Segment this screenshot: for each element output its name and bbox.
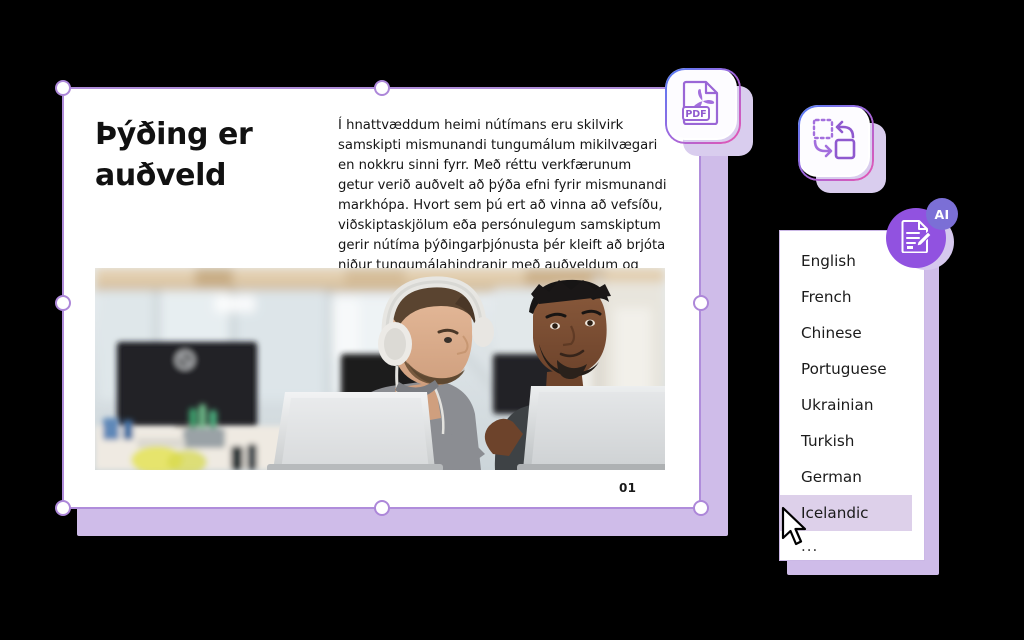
resize-handle-middle-right[interactable] bbox=[693, 295, 709, 311]
convert-tool-card[interactable] bbox=[798, 105, 886, 193]
document-edit-icon bbox=[900, 219, 932, 257]
slide-page-number: 01 bbox=[619, 481, 637, 495]
language-option-chinese[interactable]: Chinese bbox=[780, 315, 924, 351]
ai-assistant-badge[interactable]: AI bbox=[886, 198, 958, 276]
resize-handle-top-center[interactable] bbox=[374, 80, 390, 96]
resize-handle-bottom-center[interactable] bbox=[374, 500, 390, 516]
slide-title: Þýðing er auðveld bbox=[95, 117, 253, 194]
convert-swap-icon bbox=[811, 117, 857, 165]
language-option-german[interactable]: German bbox=[780, 459, 924, 495]
language-dropdown[interactable]: English French Chinese Portuguese Ukrain… bbox=[779, 230, 939, 575]
convert-card-tile[interactable] bbox=[798, 105, 870, 177]
language-option-ukrainian[interactable]: Ukrainian bbox=[780, 387, 924, 423]
ai-label-badge: AI bbox=[926, 198, 958, 230]
slide-paper[interactable]: Þýðing er auðveld Í hnattvæddum heimi nú… bbox=[63, 88, 700, 508]
svg-text:PDF: PDF bbox=[685, 109, 706, 120]
language-option-more[interactable]: ... bbox=[780, 531, 924, 560]
pdf-file-icon: PDF bbox=[680, 79, 722, 129]
pdf-card-tile[interactable]: PDF bbox=[665, 68, 737, 140]
resize-handle-middle-left[interactable] bbox=[55, 295, 71, 311]
resize-handle-bottom-left[interactable] bbox=[55, 500, 71, 516]
slide-object[interactable]: Þýðing er auðveld Í hnattvæddum heimi nú… bbox=[55, 80, 728, 536]
resize-handle-bottom-right[interactable] bbox=[693, 500, 709, 516]
canvas-stage: Þýðing er auðveld Í hnattvæddum heimi nú… bbox=[0, 0, 1024, 640]
language-option-icelandic[interactable]: Icelandic bbox=[780, 495, 912, 531]
dropdown-panel[interactable]: English French Chinese Portuguese Ukrain… bbox=[779, 230, 925, 561]
language-option-french[interactable]: French bbox=[780, 279, 924, 315]
language-option-portuguese[interactable]: Portuguese bbox=[780, 351, 924, 387]
language-option-turkish[interactable]: Turkish bbox=[780, 423, 924, 459]
convert-card-inner bbox=[800, 107, 868, 175]
resize-handle-top-left[interactable] bbox=[55, 80, 71, 96]
pdf-tool-card[interactable]: PDF bbox=[665, 68, 753, 156]
pdf-card-inner: PDF bbox=[667, 70, 735, 138]
slide-photo bbox=[95, 268, 665, 470]
slide-content: Þýðing er auðveld Í hnattvæddum heimi nú… bbox=[63, 88, 700, 508]
